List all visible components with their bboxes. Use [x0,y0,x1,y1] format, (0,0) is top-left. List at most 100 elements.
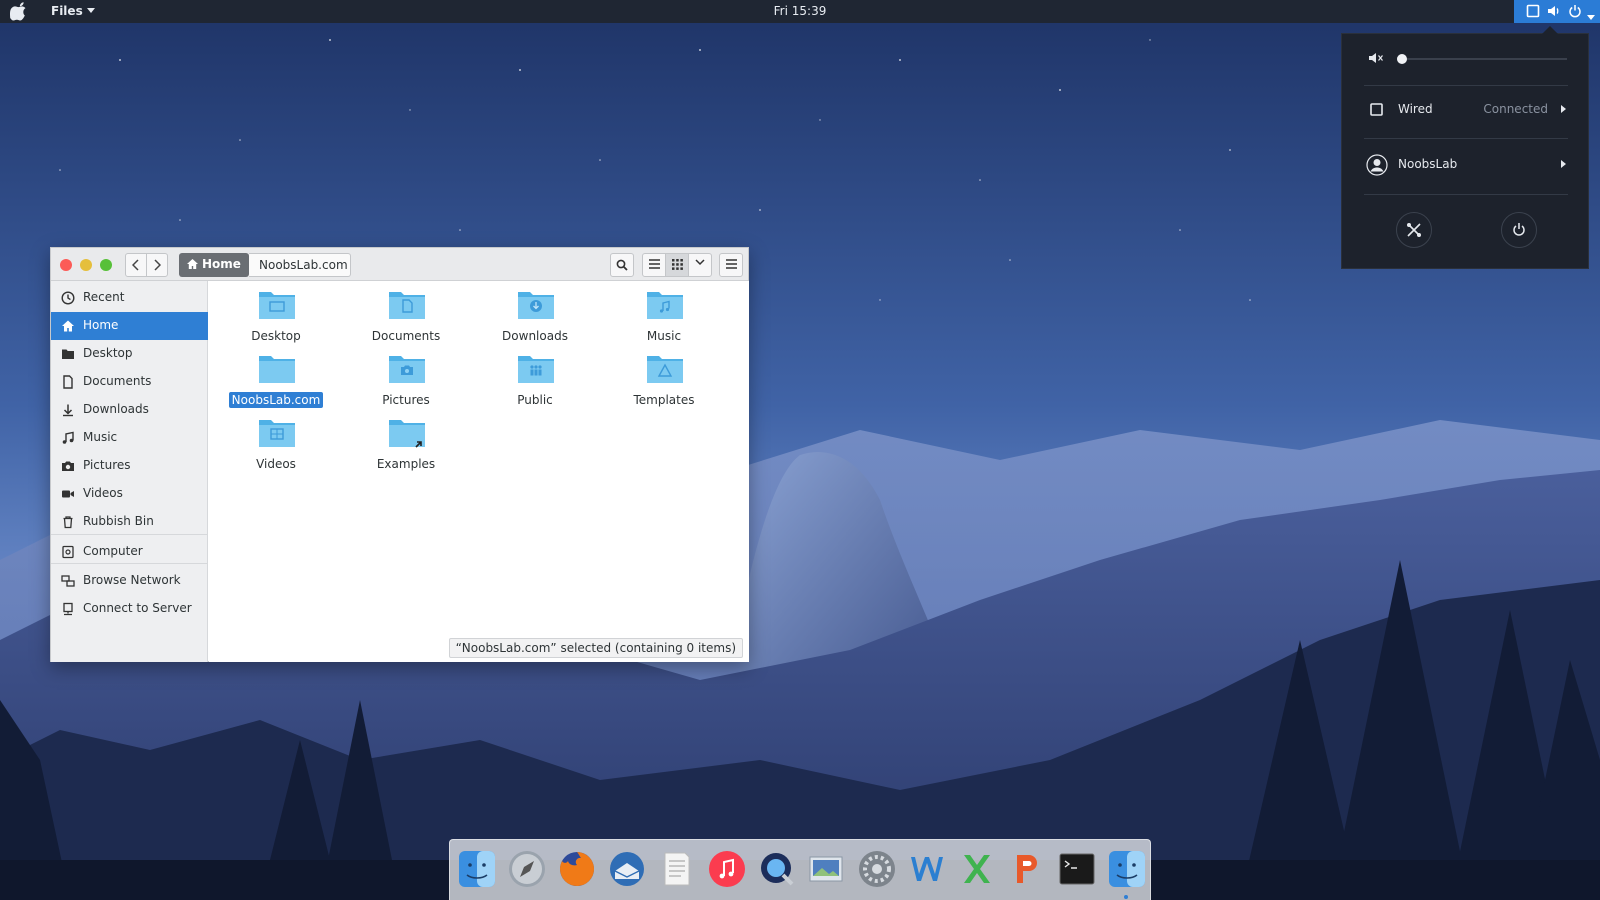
download-icon [61,403,75,417]
sidebar-item-label: Desktop [83,346,133,360]
file-item-documents[interactable]: Documents [351,281,461,343]
file-item-music[interactable]: Music [609,281,719,343]
folder-icon [388,417,426,448]
wired-label: Wired [1398,102,1433,116]
document-icon [61,375,75,389]
folder-icon [388,353,426,383]
divider [1364,194,1568,195]
chevron-right-icon [1561,160,1566,168]
sidebar-item-label: Pictures [83,458,131,472]
apple-logo-icon[interactable] [9,2,29,21]
breadcrumb-home[interactable]: Home [179,253,249,277]
file-item-desktop[interactable]: Desktop [221,281,331,343]
file-name-wrap: Pictures [351,393,461,407]
divider [1364,138,1568,139]
sidebar-item-label: Videos [83,486,123,500]
file-item-templates[interactable]: Templates [609,345,719,407]
forward-button[interactable] [146,253,168,277]
file-item-videos[interactable]: Videos [221,409,331,471]
folder-icon [646,353,684,383]
finder-icon[interactable] [457,849,497,889]
system-preferences-icon[interactable] [857,849,897,889]
tools-icon [1406,222,1422,241]
volume-slider[interactable] [1400,58,1567,60]
sidebar-item-computer[interactable]: Computer [51,538,208,566]
word-icon[interactable] [907,849,947,889]
search-button[interactable] [610,253,634,277]
power-icon [1568,4,1582,21]
view-options-button[interactable] [688,253,712,277]
sidebar-item-pictures[interactable]: Pictures [51,452,208,480]
file-name: NoobsLab.com [228,392,324,408]
file-item-pictures[interactable]: Pictures [351,345,461,407]
folder-icon [646,289,684,319]
text-editor-icon[interactable] [657,849,697,889]
chevron-left-icon [132,259,139,271]
settings-button[interactable] [1396,212,1432,248]
music-player-icon[interactable] [707,849,747,889]
volume-slider-handle[interactable] [1397,54,1407,64]
volume-row [1342,34,1588,84]
file-name: Downloads [502,329,568,343]
status-tray[interactable] [1514,0,1600,23]
folder-icon [258,417,296,447]
list-icon [648,259,660,269]
computer-icon [61,545,75,559]
trash-icon [61,515,75,529]
back-button[interactable] [125,253,147,277]
file-item-downloads[interactable]: Downloads [480,281,590,343]
minimize-button[interactable] [80,259,92,271]
video-icon [61,487,75,501]
sidebar-item-browse-network[interactable]: Browse Network [51,567,208,595]
header-bar: Home NoobsLab.com [51,248,748,281]
status-bar: “NoobsLab.com” selected (containing 0 it… [448,638,743,658]
grid-icon [671,259,683,270]
sidebar-item-desktop[interactable]: Desktop [51,340,208,368]
maximize-button[interactable] [100,259,112,271]
app-menu[interactable]: Files [51,4,95,18]
sidebar-item-home[interactable]: Home [51,312,208,340]
sidebar-item-videos[interactable]: Videos [51,480,208,508]
image-viewer-icon[interactable] [807,849,847,889]
sidebar-item-downloads[interactable]: Downloads [51,396,208,424]
home-icon [186,258,199,273]
folder-icon [258,353,296,383]
sidebar-item-connect-to-server[interactable]: Connect to Server [51,595,208,623]
terminal-icon[interactable] [1057,849,1097,889]
sidebar-item-documents[interactable]: Documents [51,368,208,396]
home-icon [61,319,75,333]
user-account-item[interactable]: NoobsLab [1342,145,1588,185]
network-icon [61,574,75,588]
sidebar-item-label: Downloads [83,402,149,416]
firefox-icon[interactable] [557,849,597,889]
close-button[interactable] [60,259,72,271]
menu-button[interactable] [719,253,743,277]
files-icon[interactable] [1107,849,1147,889]
presentation-icon[interactable] [1007,849,1047,889]
wired-network-item[interactable]: Wired Connected [1342,90,1588,130]
list-view-button[interactable] [642,253,666,277]
file-item-noobslab-com[interactable]: NoobsLab.com [221,345,331,408]
file-name-wrap: Public [480,393,590,407]
file-name-wrap: Downloads [480,329,590,343]
top-panel: Files Fri 15:39 [0,0,1600,23]
sidebar-divider [51,534,208,535]
file-item-examples[interactable]: Examples [351,409,461,471]
wired-network-icon [1370,103,1383,119]
sidebar-item-rubbish-bin[interactable]: Rubbish Bin [51,508,208,536]
file-item-public[interactable]: Public [480,345,590,407]
file-name-wrap: NoobsLab.com [221,392,331,408]
music-icon [61,431,75,445]
sidebar-item-recent[interactable]: Recent [51,284,208,312]
clock[interactable]: Fri 15:39 [0,4,1600,18]
quicktime-icon[interactable] [757,849,797,889]
breadcrumb-current[interactable]: NoobsLab.com [249,253,351,277]
power-off-button[interactable] [1501,212,1537,248]
volume-muted-icon [1368,51,1384,68]
spreadsheet-icon[interactable] [957,849,997,889]
grid-view-button[interactable] [665,253,689,277]
thunderbird-icon[interactable] [607,849,647,889]
clock-icon [61,291,75,305]
sidebar-item-music[interactable]: Music [51,424,208,452]
launchpad-icon[interactable] [507,849,547,889]
